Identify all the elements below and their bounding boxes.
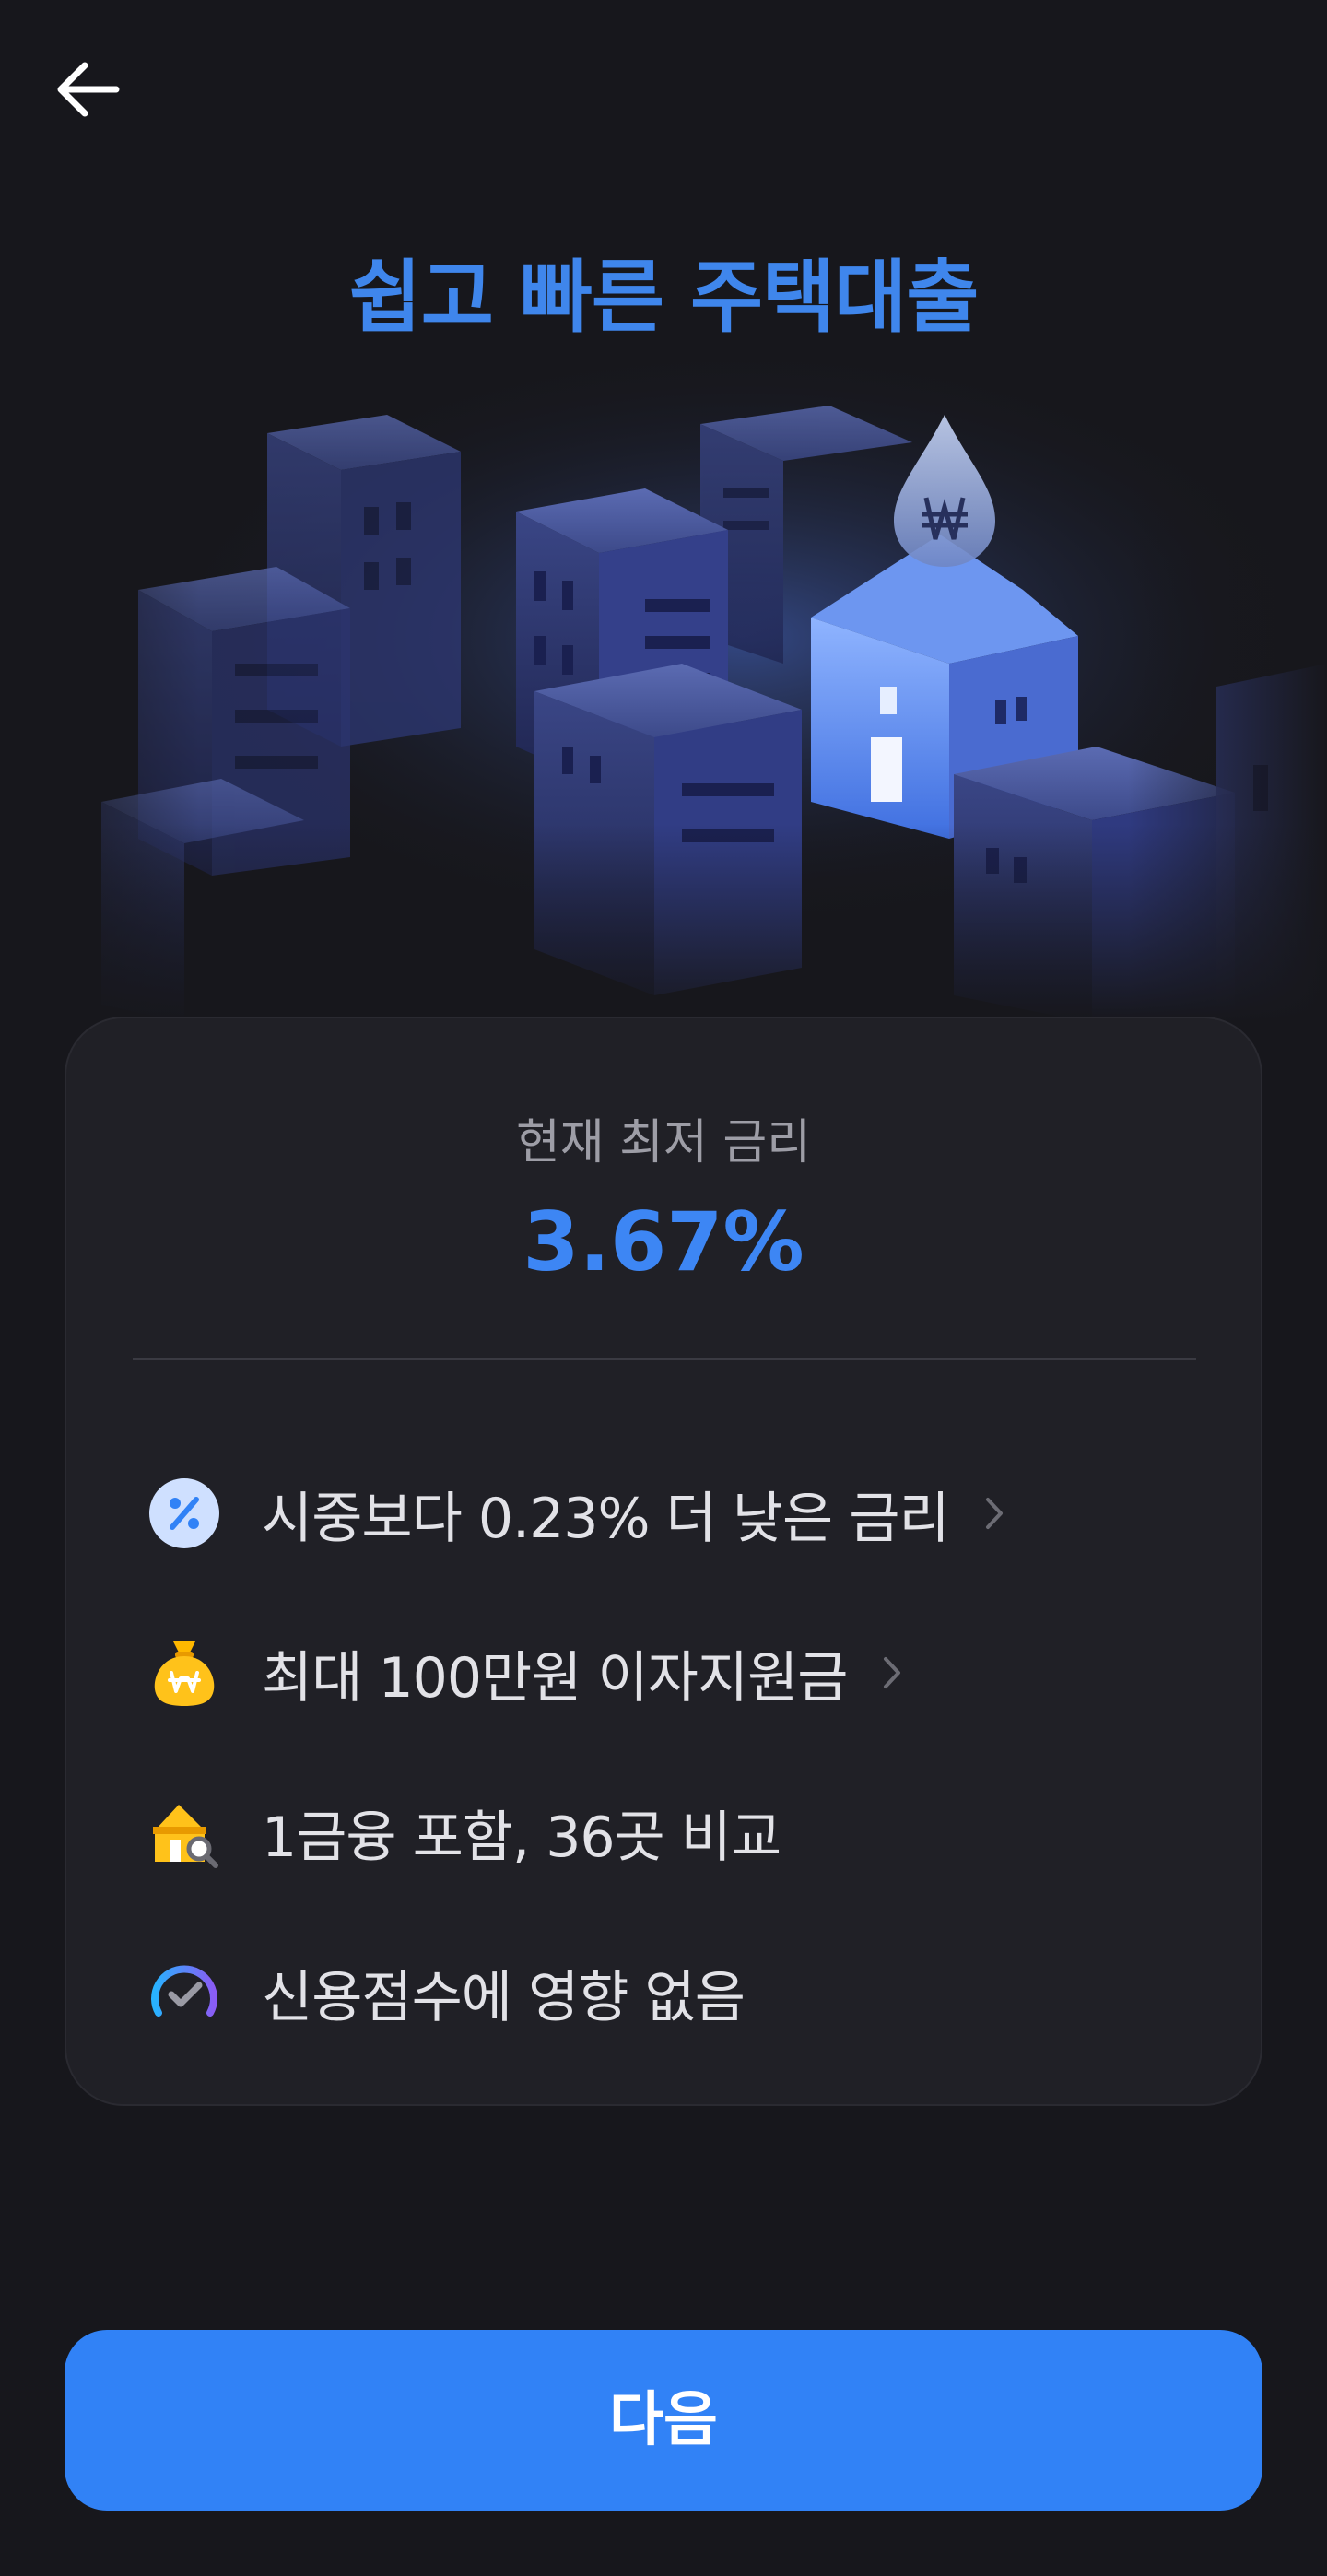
benefit-label: 신용점수에 영향 없음 xyxy=(262,1965,746,2030)
benefit-label: 시중보다 0.23% 더 낮은 금리 xyxy=(262,1486,950,1551)
hero-illustration xyxy=(0,359,1327,1023)
chevron-right-icon xyxy=(884,1657,901,1688)
back-button[interactable] xyxy=(52,53,129,125)
benefit-lower-rate[interactable]: 시중보다 0.23% 더 낮은 금리 xyxy=(147,1463,1008,1564)
benefit-label: 최대 100만원 이자지원금 xyxy=(262,1645,848,1711)
divider xyxy=(133,1358,1196,1360)
benefit-label: 1금융 포함, 36곳 비교 xyxy=(262,1805,781,1870)
percent-badge-icon xyxy=(149,1478,219,1548)
rate-card: 현재 최저 금리 3.67% 시중보다 0.23% 더 낮은 금리 최대 100… xyxy=(65,1017,1262,2106)
benefit-no-credit-impact: 신용점수에 영향 없음 xyxy=(147,1942,746,2043)
rate-value: 3.67% xyxy=(523,1194,804,1289)
arrow-left-icon xyxy=(57,62,120,117)
page-title: 쉽고 빠른 주택대출 xyxy=(348,252,980,344)
gauge-check-icon xyxy=(151,1965,217,2017)
benefit-compare-lenders: 1금융 포함, 36곳 비교 xyxy=(147,1782,781,1883)
next-button[interactable]: 다음 xyxy=(65,2330,1262,2511)
benefit-interest-support[interactable]: 최대 100만원 이자지원금 xyxy=(147,1622,906,1723)
house-search-icon xyxy=(153,1805,218,1868)
chevron-right-icon xyxy=(985,1498,1003,1529)
rate-label: 현재 최저 금리 xyxy=(515,1115,812,1170)
money-bag-icon xyxy=(154,1641,215,1706)
